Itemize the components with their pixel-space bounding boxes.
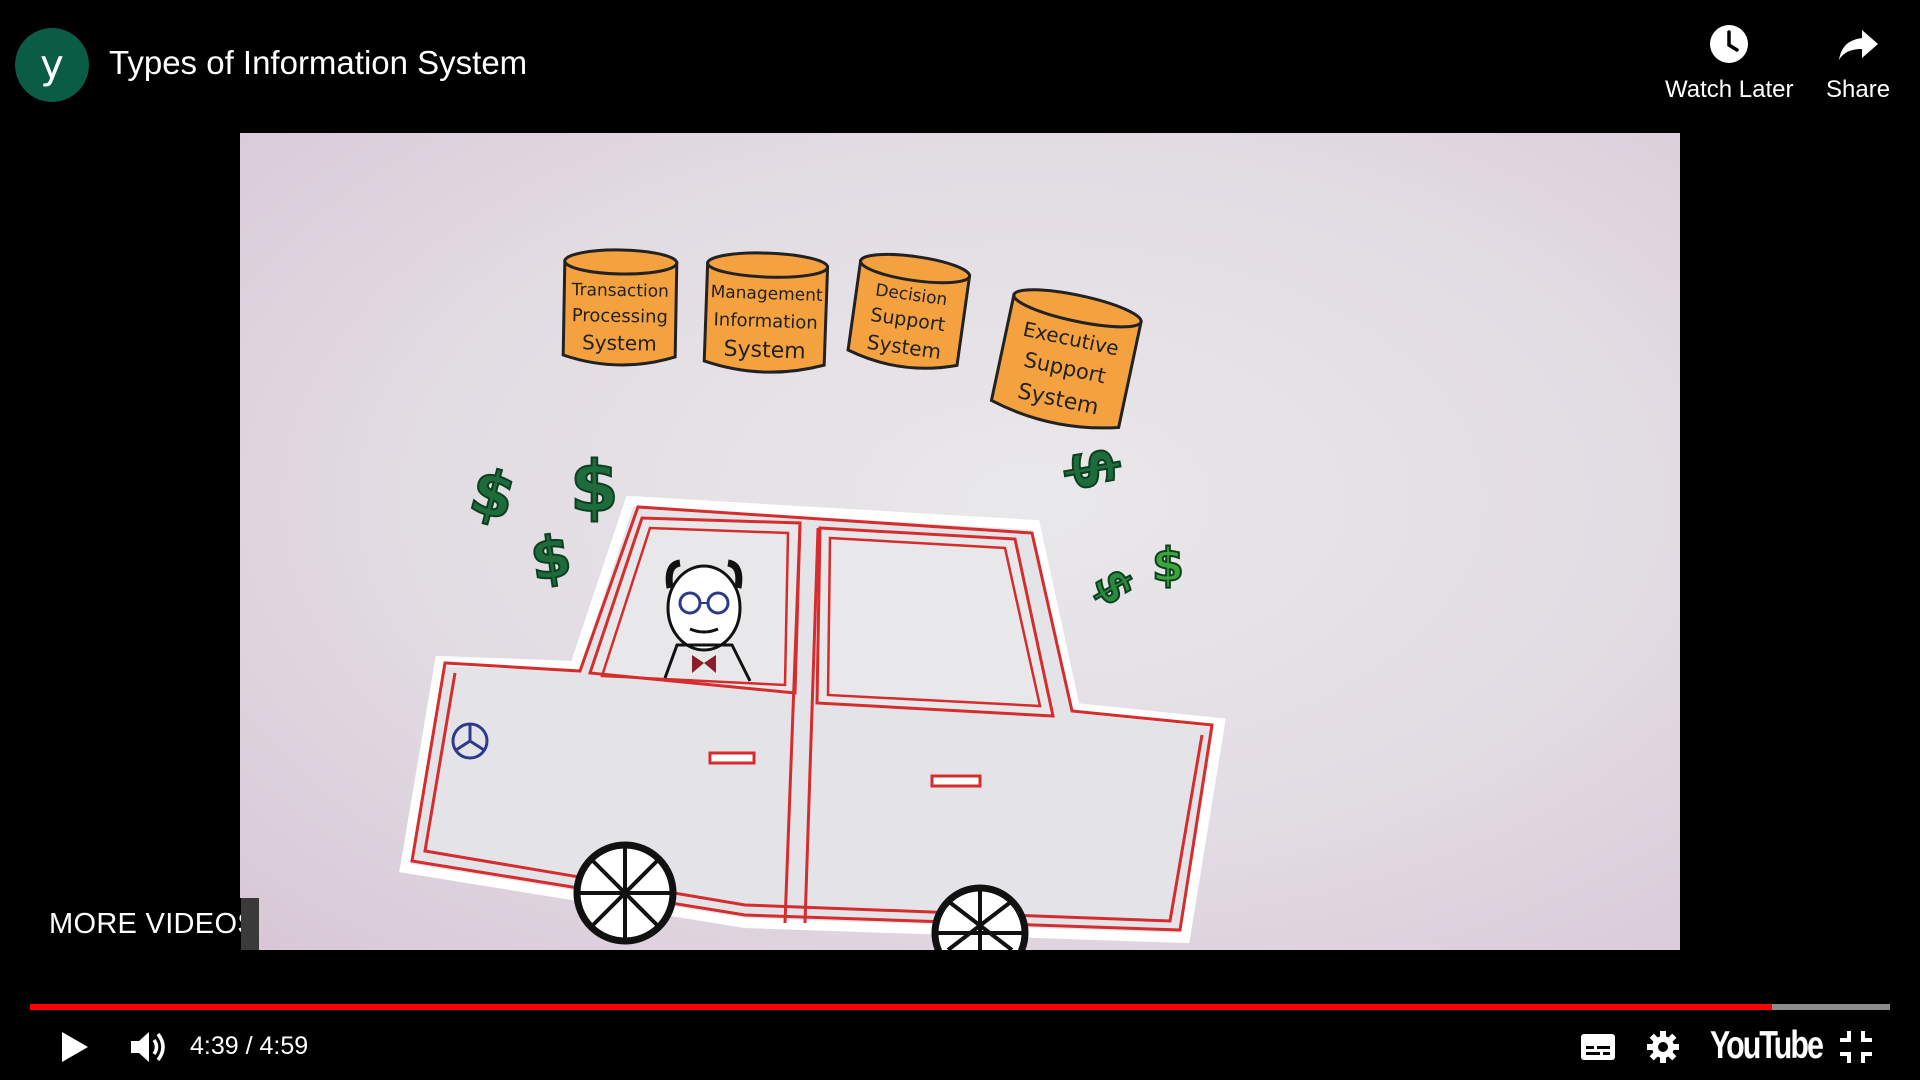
more-videos-edge [241, 898, 259, 950]
play-icon [62, 1032, 88, 1062]
tps-cylinder: Transaction Processing System [561, 248, 679, 367]
channel-avatar[interactable]: y [15, 28, 89, 102]
share-label: Share [1826, 76, 1891, 103]
captions-icon [1581, 1034, 1615, 1060]
svg-text:System: System [582, 330, 657, 355]
svg-text:Management: Management [710, 282, 823, 306]
youtube-logo[interactable]: YouTube [1710, 1024, 1824, 1068]
avatar-letter: y [40, 42, 64, 88]
svg-text:$: $ [463, 453, 524, 535]
share-arrow-icon [1839, 30, 1879, 60]
share-button[interactable]: Share [1826, 22, 1890, 104]
time-display: 4:39 / 4:59 [190, 1032, 309, 1060]
progress-bar[interactable] [30, 1004, 1890, 1010]
svg-text:$: $ [526, 521, 575, 594]
svg-text:$: $ [1152, 538, 1184, 592]
gear-icon [1647, 1031, 1679, 1063]
volume-icon [131, 1032, 165, 1062]
settings-button[interactable] [1642, 1024, 1684, 1070]
video-scene: Transaction Processing System Management… [399, 248, 1226, 950]
video-title[interactable]: Types of Information System [109, 44, 527, 82]
more-videos-label: MORE VIDEOS [49, 907, 257, 940]
svg-text:Processing: Processing [572, 305, 668, 328]
play-button[interactable] [55, 1024, 95, 1070]
watch-later-button[interactable]: Watch Later [1665, 22, 1794, 104]
progress-fill [30, 1004, 1772, 1010]
svg-text:$: $ [1055, 441, 1134, 496]
captions-button[interactable] [1578, 1024, 1618, 1070]
mis-cylinder: Management Information System [702, 251, 830, 374]
svg-text:Information: Information [713, 309, 818, 334]
ess-cylinder: Executive Support System [989, 288, 1143, 430]
watch-later-label: Watch Later [1665, 76, 1794, 103]
dss-cylinder: Decision Support System [846, 252, 972, 370]
volume-button[interactable] [126, 1024, 172, 1070]
more-videos-button[interactable]: MORE VIDEOS [0, 898, 259, 950]
svg-text:$: $ [570, 446, 619, 528]
svg-text:System: System [723, 337, 806, 365]
fullscreen-button[interactable] [1836, 1024, 1876, 1070]
video-frame[interactable]: Transaction Processing System Management… [240, 133, 1680, 950]
exit-fullscreen-icon [1840, 1031, 1872, 1063]
svg-text:$: $ [1083, 559, 1146, 614]
clock-icon [1710, 25, 1749, 63]
car-drawing [399, 495, 1226, 950]
svg-text:Transaction: Transaction [571, 280, 670, 302]
